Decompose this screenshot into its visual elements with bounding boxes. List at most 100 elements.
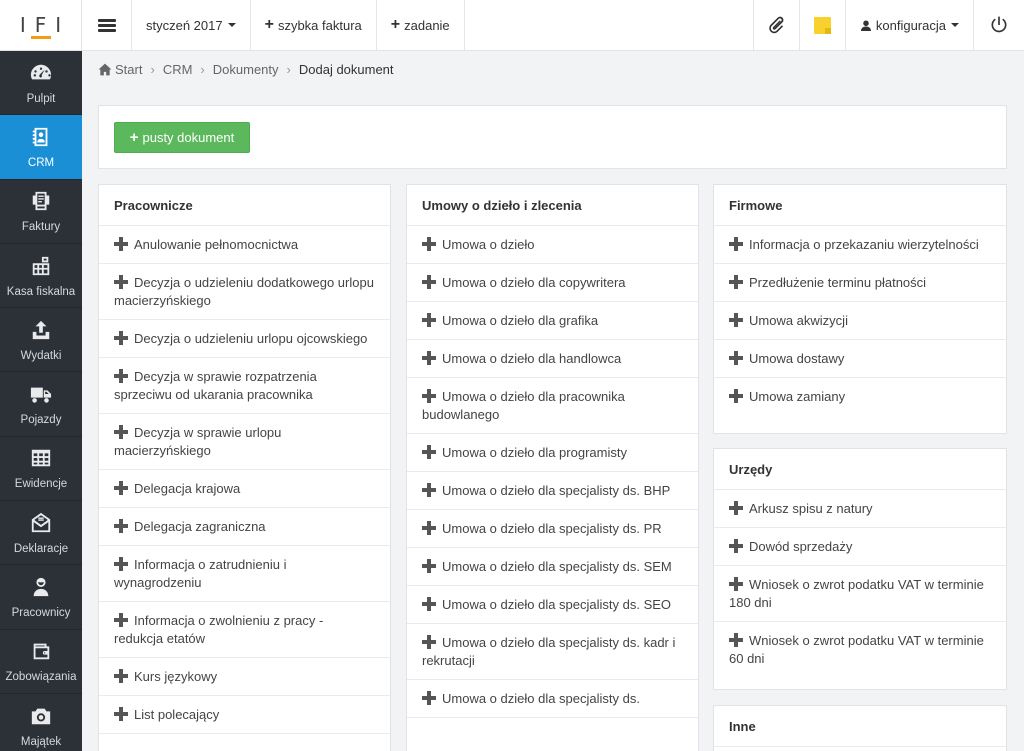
document-template-item[interactable]: Wniosek o zwrot podatku VAT w terminie 1… — [714, 566, 1006, 622]
document-template-item[interactable]: Informacja o przekazaniu wierzytelności — [714, 226, 1006, 264]
category-title: Pracownicze — [99, 185, 390, 226]
logout-button[interactable] — [974, 0, 1024, 50]
breadcrumb-crm[interactable]: CRM — [163, 62, 193, 77]
breadcrumb-separator: › — [150, 62, 155, 77]
period-label: styczeń 2017 — [146, 17, 223, 33]
document-template-item[interactable]: Umowa o dzieło dla specjalisty ds. SEM — [407, 548, 698, 586]
document-template-item[interactable]: Decyzja w sprawie urlopu macierzyńskiego — [99, 414, 390, 470]
document-template-item[interactable]: Umowa o dzieło dla handlowca — [407, 340, 698, 378]
document-template-item[interactable]: Umowa o dzieło dla pracownika budowlaneg… — [407, 378, 698, 434]
document-template-item[interactable]: Decyzja o udzieleniu urlopu ojcowskiego — [99, 320, 390, 358]
document-template-item[interactable]: Umowa o dzieło dla grafika — [407, 302, 698, 340]
plus-icon — [422, 635, 436, 649]
document-template-item[interactable]: Delegacja zagraniczna — [99, 508, 390, 546]
document-template-item[interactable]: Delegacja krajowa — [99, 470, 390, 508]
sidebar-item-label: Zobowiązania — [5, 671, 77, 684]
category-title: Umowy o dzieło i zlecenia — [407, 185, 698, 226]
attachments-button[interactable] — [754, 0, 800, 50]
period-dropdown[interactable]: styczeń 2017 — [132, 0, 251, 50]
document-template-item[interactable]: Arkusz spisu z natury — [714, 490, 1006, 528]
document-template-item[interactable]: Umowa akwizycji — [714, 302, 1006, 340]
sidebar-item-label: Deklaracje — [13, 542, 69, 555]
document-template-item[interactable]: Umowa o dzieło dla specjalisty ds. BHP — [407, 472, 698, 510]
document-template-item[interactable]: Umowa o dzieło dla programisty — [407, 434, 698, 472]
plus-icon — [422, 483, 436, 497]
breadcrumb-start[interactable]: Start — [115, 62, 142, 77]
sidebar-item-zobowiazania[interactable]: Zobowiązania — [0, 630, 82, 694]
table-icon — [29, 446, 53, 470]
document-template-item[interactable]: Kurs językowy — [99, 658, 390, 696]
document-template-item[interactable]: Informacja o zatrudnieniu i wynagrodzeni… — [99, 546, 390, 602]
document-template-label: Delegacja krajowa — [134, 481, 241, 496]
quick-invoice-button[interactable]: + szybka faktura — [251, 0, 377, 50]
sidebar-item-wydatki[interactable]: Wydatki — [0, 308, 82, 373]
document-template-item[interactable]: Umowa zamiany — [714, 378, 1006, 415]
plus-icon: + — [129, 129, 139, 146]
plus-icon — [422, 445, 436, 459]
document-template-item[interactable]: Umowa o dzieło — [407, 226, 698, 264]
logo[interactable]: IFI — [0, 0, 82, 51]
breadcrumb-documents[interactable]: Dokumenty — [213, 62, 279, 77]
plus-icon — [114, 519, 128, 533]
sidebar-item-label: Wydatki — [20, 349, 62, 362]
sidebar-item-pulpit[interactable]: Pulpit — [0, 51, 82, 116]
document-template-item[interactable]: Umowa dostawy — [714, 340, 1006, 378]
document-template-label: Umowa o dzieło dla specjalisty ds. kadr … — [422, 635, 676, 668]
document-template-label: Decyzja w sprawie urlopu macierzyńskiego — [114, 425, 282, 458]
document-template-label: Dowód sprzedaży — [749, 539, 853, 554]
breadcrumb-separator: › — [200, 62, 205, 77]
plus-icon — [422, 559, 436, 573]
truck-icon — [29, 382, 53, 406]
notes-button[interactable] — [800, 0, 846, 50]
category-title: Firmowe — [714, 185, 1006, 226]
document-template-item[interactable]: Decyzja o udzieleniu dodatkowego urlopu … — [99, 264, 390, 320]
sidebar-item-majatek[interactable]: Majątek — [0, 694, 82, 751]
sidebar-item-deklaracje[interactable]: Deklaracje — [0, 501, 82, 566]
document-template-label: Wniosek o zwrot podatku VAT w terminie 1… — [729, 577, 984, 610]
document-template-item[interactable]: List polecający — [99, 696, 390, 734]
caret-down-icon — [227, 23, 236, 27]
sidebar-item-pojazdy[interactable]: Pojazdy — [0, 372, 82, 437]
document-template-label: Kurs językowy — [134, 669, 218, 684]
plus-icon — [729, 501, 743, 515]
plus-icon — [729, 275, 743, 289]
document-template-item[interactable]: Informacja o zwolnieniu z pracy - redukc… — [99, 602, 390, 658]
document-template-item[interactable]: Umowa o dzieło dla specjalisty ds. SEO — [407, 586, 698, 624]
document-template-item[interactable]: Umowa o dzieło dla specjalisty ds. — [407, 680, 698, 718]
document-template-item[interactable]: Decyzja w sprawie rozpatrzenia sprzeciwu… — [99, 358, 390, 414]
document-template-item[interactable]: Dowód sprzedaży — [714, 528, 1006, 566]
sidebar-item-pracownicy[interactable]: Pracownicy — [0, 565, 82, 630]
address-book-icon — [29, 125, 53, 149]
empty-document-button[interactable]: + pusty dokument — [114, 122, 250, 153]
sidebar-item-kasa-fiskalna[interactable]: Kasa fiskalna — [0, 244, 82, 309]
add-task-button[interactable]: + zadanie — [377, 0, 465, 50]
plus-icon — [422, 389, 436, 403]
plus-icon: + — [390, 16, 401, 33]
breadcrumb-current: Dodaj dokument — [298, 62, 394, 77]
sidebar-item-ewidencje[interactable]: Ewidencje — [0, 437, 82, 502]
sidebar-item-faktury[interactable]: Faktury — [0, 180, 82, 244]
document-template-label: Informacja o zatrudnieniu i wynagrodzeni… — [114, 557, 287, 590]
plus-icon — [114, 331, 128, 345]
sidebar-item-crm[interactable]: CRM — [0, 115, 82, 180]
wallet-icon — [29, 639, 53, 663]
category-panel-urzedy: Urzędy Arkusz spisu z natury Dowód sprze… — [713, 448, 1007, 690]
settings-dropdown[interactable]: konfiguracja — [846, 0, 974, 50]
document-template-item[interactable]: Przedłużenie terminu płatności — [714, 264, 1006, 302]
document-template-label: Umowa akwizycji — [749, 313, 848, 328]
home-icon[interactable] — [98, 63, 112, 76]
plus-icon — [729, 577, 743, 591]
upload-icon — [29, 318, 53, 342]
document-template-label: Umowa o dzieło — [442, 237, 535, 252]
document-template-item[interactable]: Umowa o dzieło dla copywritera — [407, 264, 698, 302]
user-icon — [860, 20, 871, 31]
menu-toggle-button[interactable] — [82, 0, 132, 50]
sidebar-item-label: CRM — [27, 156, 55, 169]
plus-icon: + — [264, 16, 274, 33]
document-template-item[interactable]: Umowa o dzieło dla specjalisty ds. PR — [407, 510, 698, 548]
document-template-label: Delegacja zagraniczna — [134, 519, 266, 534]
document-template-item[interactable]: Wniosek o zwrot podatku VAT w terminie 6… — [714, 622, 1006, 677]
document-template-item[interactable]: Umowa o dzieło dla specjalisty ds. kadr … — [407, 624, 698, 680]
document-template-item[interactable]: Anulowanie pełnomocnictwa — [99, 226, 390, 264]
plus-icon — [729, 539, 743, 553]
